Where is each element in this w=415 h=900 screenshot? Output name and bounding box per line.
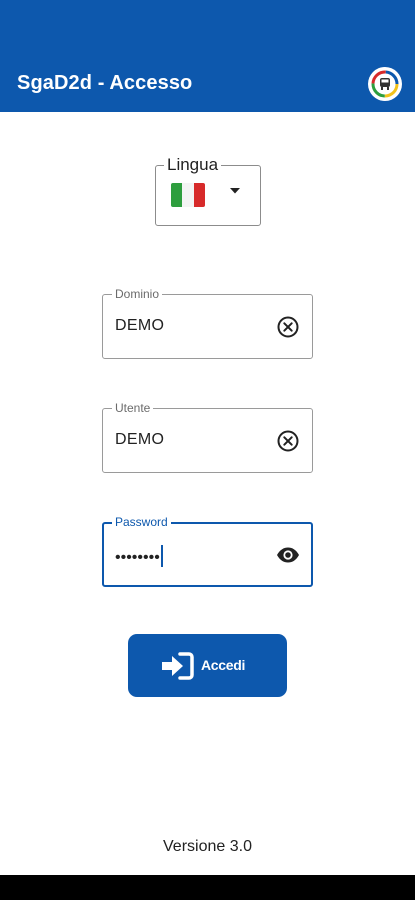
text-cursor bbox=[160, 545, 163, 567]
clear-circle-icon[interactable] bbox=[276, 315, 300, 339]
login-button-label: Accedi bbox=[201, 657, 246, 673]
version-text: Versione 3.0 bbox=[163, 838, 252, 855]
user-input[interactable]: DEMO bbox=[115, 431, 164, 449]
domain-label: Dominio bbox=[112, 287, 163, 301]
italy-flag-icon bbox=[171, 183, 205, 207]
login-arrow-icon bbox=[162, 652, 194, 680]
language-legend: Lingua bbox=[164, 155, 222, 175]
brand-logo-icon[interactable] bbox=[368, 67, 402, 101]
domain-field[interactable]: Dominio DEMO bbox=[102, 287, 313, 359]
app-title: SgaD2d - Accesso bbox=[17, 72, 193, 94]
app-bar: SgaD2d - Accesso bbox=[0, 0, 415, 112]
password-mask: •••••••• bbox=[115, 549, 160, 566]
system-nav-bar bbox=[0, 875, 415, 900]
domain-input[interactable]: DEMO bbox=[115, 317, 164, 335]
eye-icon[interactable] bbox=[276, 543, 300, 567]
user-label: Utente bbox=[112, 401, 154, 415]
clear-circle-icon[interactable] bbox=[276, 429, 300, 453]
login-button[interactable]: Accedi bbox=[128, 634, 287, 697]
user-field[interactable]: Utente DEMO bbox=[102, 401, 313, 473]
caret-down-icon[interactable] bbox=[230, 188, 240, 194]
password-label: Password bbox=[112, 515, 171, 529]
password-input[interactable]: •••••••• bbox=[115, 545, 163, 567]
password-field[interactable]: Password •••••••• bbox=[102, 515, 313, 587]
